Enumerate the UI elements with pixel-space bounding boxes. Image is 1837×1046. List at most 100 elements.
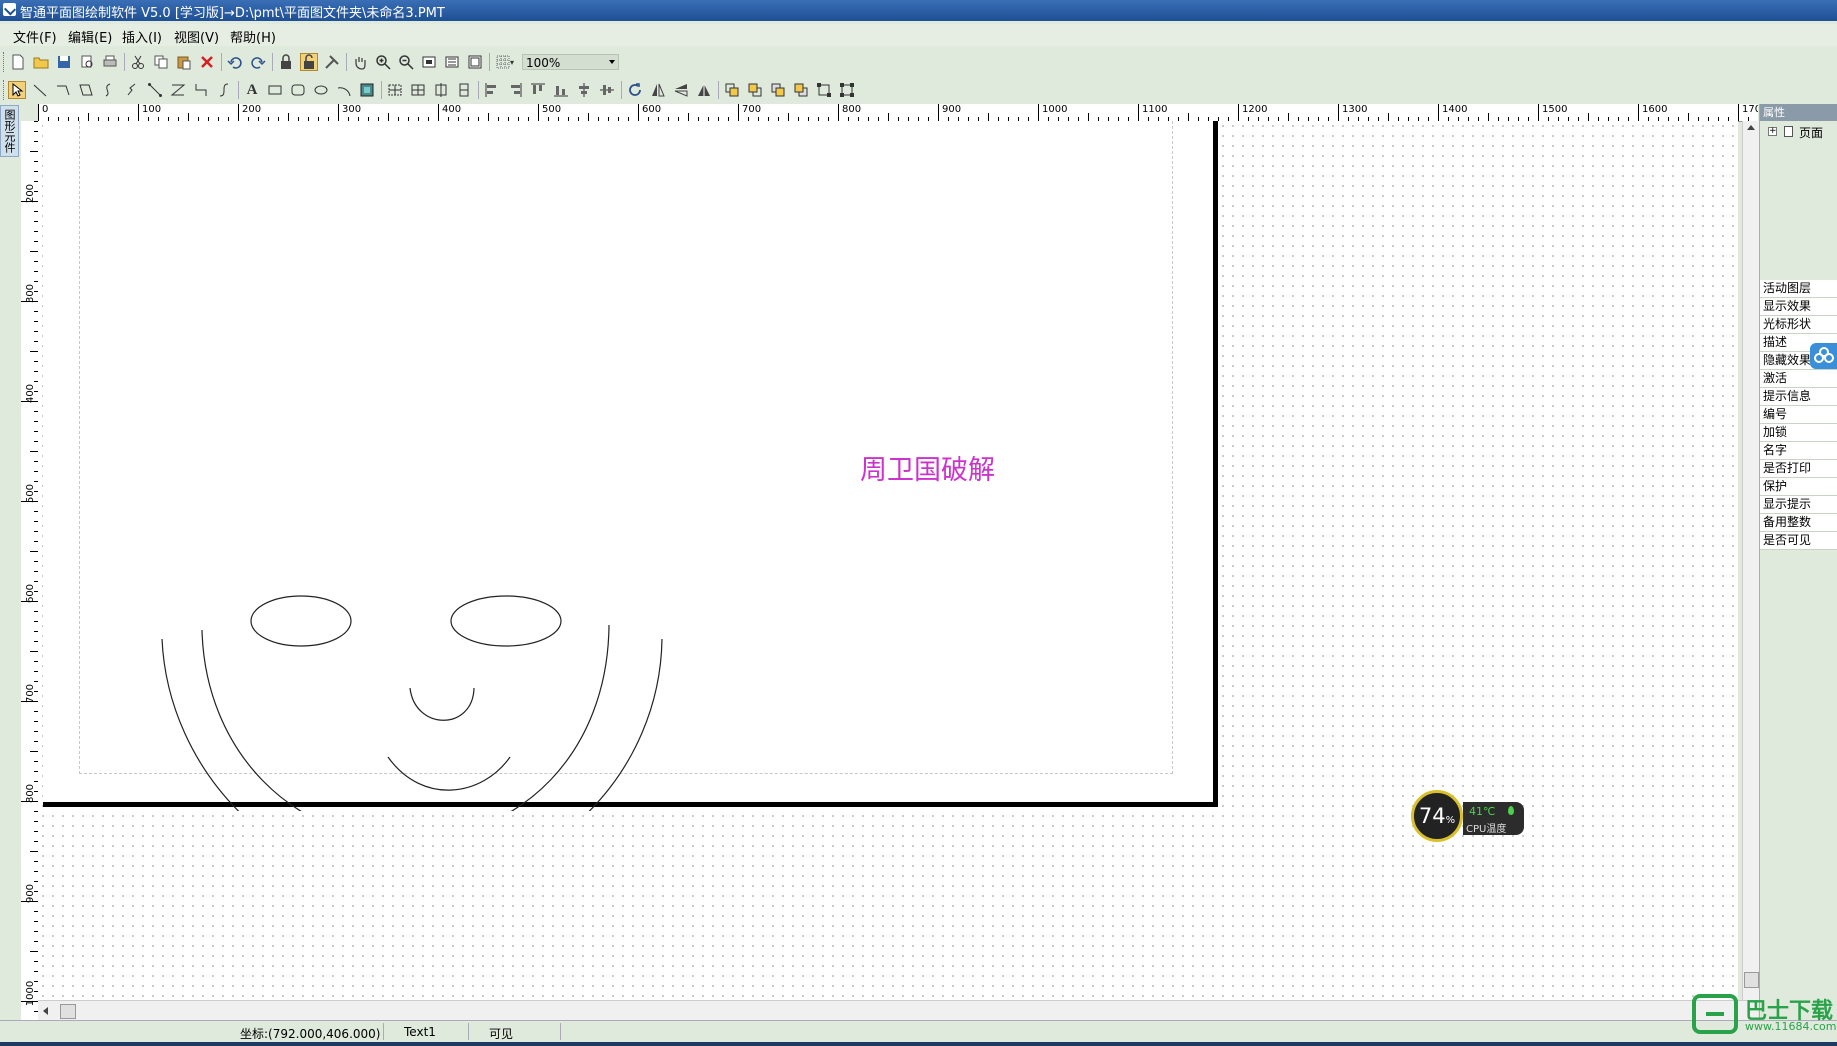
delete-icon[interactable] (198, 53, 216, 71)
undo-icon[interactable] (226, 53, 244, 71)
mirror-icon[interactable] (695, 81, 713, 99)
resize-icon[interactable] (815, 81, 833, 99)
new-file-icon[interactable] (9, 53, 27, 71)
toolbar-grip[interactable] (3, 52, 6, 72)
curve-tool-icon[interactable] (100, 81, 118, 99)
menu-help[interactable]: 帮助(H) (230, 27, 276, 46)
rounded-rect-tool-icon[interactable] (289, 81, 307, 99)
save-icon[interactable] (55, 53, 73, 71)
scroll-up-icon[interactable] (1747, 125, 1755, 130)
line-tool-icon[interactable] (31, 81, 49, 99)
canvas-text-label[interactable]: 周卫国破解 (860, 448, 995, 487)
cpu-monitor-widget[interactable]: 41℃ CPU温度 74% (1411, 790, 1527, 846)
property-row[interactable]: 加锁 (1760, 424, 1837, 442)
ungroup-icon[interactable] (409, 81, 427, 99)
grid-dropdown-icon[interactable]: ▾ (508, 53, 516, 71)
zoom-page-icon[interactable] (443, 53, 461, 71)
zoom-fit-icon[interactable] (420, 53, 438, 71)
components-tab[interactable]: 图形元件 (0, 105, 19, 157)
zoom-select[interactable]: 100% (522, 54, 619, 70)
property-row[interactable]: 是否打印 (1760, 460, 1837, 478)
transform-icon[interactable] (838, 81, 856, 99)
flip-horizontal-icon[interactable] (649, 81, 667, 99)
property-row[interactable]: 活动图层 (1760, 280, 1837, 298)
tree-item-page[interactable]: 页面 (1799, 124, 1823, 141)
z-connector-icon[interactable] (169, 81, 187, 99)
lock-icon[interactable] (277, 53, 295, 71)
open-folder-icon[interactable] (32, 53, 50, 71)
elbow-connector-icon[interactable] (192, 81, 210, 99)
zoom-out-icon[interactable] (397, 53, 415, 71)
scroll-thumb[interactable] (60, 1004, 76, 1019)
property-row[interactable]: 显示提示 (1760, 496, 1837, 514)
menu-insert[interactable]: 插入(I) (122, 27, 162, 46)
drawing-canvas[interactable]: 周卫国破解 (38, 121, 1738, 1000)
pan-hand-icon[interactable] (351, 53, 369, 71)
property-row[interactable]: 保护 (1760, 478, 1837, 496)
send-backward-icon[interactable] (792, 81, 810, 99)
inner-face-arc[interactable] (201, 624, 610, 811)
align-top-icon[interactable] (529, 81, 547, 99)
polyline-tool-icon[interactable] (54, 81, 72, 99)
print-preview-icon[interactable] (78, 53, 96, 71)
menu-file[interactable]: 文件(F) (13, 27, 57, 46)
cut-icon[interactable] (129, 53, 147, 71)
logo-icon (1692, 994, 1738, 1034)
drawing-page[interactable]: 周卫国破解 (43, 121, 1218, 811)
connector-tool-icon[interactable] (146, 81, 164, 99)
menu-view[interactable]: 视图(V) (174, 27, 219, 46)
zoom-width-icon[interactable] (466, 53, 484, 71)
left-eye-ellipse[interactable] (250, 595, 352, 647)
property-row[interactable]: 备用整数 (1760, 514, 1837, 532)
print-icon[interactable] (101, 53, 119, 71)
freehand-tool-icon[interactable] (123, 81, 141, 99)
flip-vertical-icon[interactable] (672, 81, 690, 99)
property-row[interactable]: 提示信息 (1760, 388, 1837, 406)
combine-icon[interactable] (432, 81, 450, 99)
scroll-left-icon[interactable] (43, 1007, 48, 1015)
image-tool-icon[interactable] (358, 81, 376, 99)
group-icon[interactable] (386, 81, 404, 99)
rotate-icon[interactable] (626, 81, 644, 99)
nose-arc[interactable] (409, 687, 475, 721)
right-eye-ellipse[interactable] (450, 595, 562, 647)
property-row[interactable]: 光标形状 (1760, 316, 1837, 334)
split-icon[interactable] (455, 81, 473, 99)
tools-icon[interactable] (323, 53, 341, 71)
align-center-h-icon[interactable] (575, 81, 593, 99)
align-center-v-icon[interactable] (598, 81, 616, 99)
toolbar-grip[interactable] (3, 80, 6, 100)
s-connector-icon[interactable] (215, 81, 233, 99)
align-right-icon[interactable] (506, 81, 524, 99)
bring-forward-icon[interactable] (769, 81, 787, 99)
copy-icon[interactable] (152, 53, 170, 71)
mouth-arc[interactable] (387, 756, 511, 791)
property-row[interactable]: 编号 (1760, 406, 1837, 424)
horizontal-scrollbar[interactable] (38, 1000, 1758, 1021)
rectangle-tool-icon[interactable] (266, 81, 284, 99)
redo-icon[interactable] (249, 53, 267, 71)
send-back-icon[interactable] (746, 81, 764, 99)
vertical-scrollbar[interactable] (1742, 121, 1759, 1000)
property-row[interactable]: 是否可见 (1760, 532, 1837, 550)
zoom-in-icon[interactable] (374, 53, 392, 71)
bring-front-icon[interactable] (723, 81, 741, 99)
select-arrow-icon[interactable] (8, 81, 26, 99)
property-row[interactable]: 显示效果 (1760, 298, 1837, 316)
cloud-share-icon[interactable] (1810, 343, 1837, 369)
align-bottom-icon[interactable] (552, 81, 570, 99)
property-row[interactable]: 名字 (1760, 442, 1837, 460)
arc-tool-icon[interactable] (335, 81, 353, 99)
unlock-icon[interactable] (300, 53, 318, 71)
cpu-info-box: 41℃ CPU温度 (1463, 802, 1524, 835)
polygon-tool-icon[interactable] (77, 81, 95, 99)
paste-icon[interactable] (175, 53, 193, 71)
text-tool-icon[interactable]: A (243, 81, 261, 99)
scroll-thumb[interactable] (1744, 972, 1759, 988)
expand-plus-icon[interactable]: + (1768, 127, 1777, 136)
outer-face-arc[interactable] (161, 638, 663, 811)
ellipse-tool-icon[interactable] (312, 81, 330, 99)
align-left-icon[interactable] (483, 81, 501, 99)
property-row[interactable]: 激活 (1760, 370, 1837, 388)
menu-edit[interactable]: 编辑(E) (68, 27, 112, 46)
